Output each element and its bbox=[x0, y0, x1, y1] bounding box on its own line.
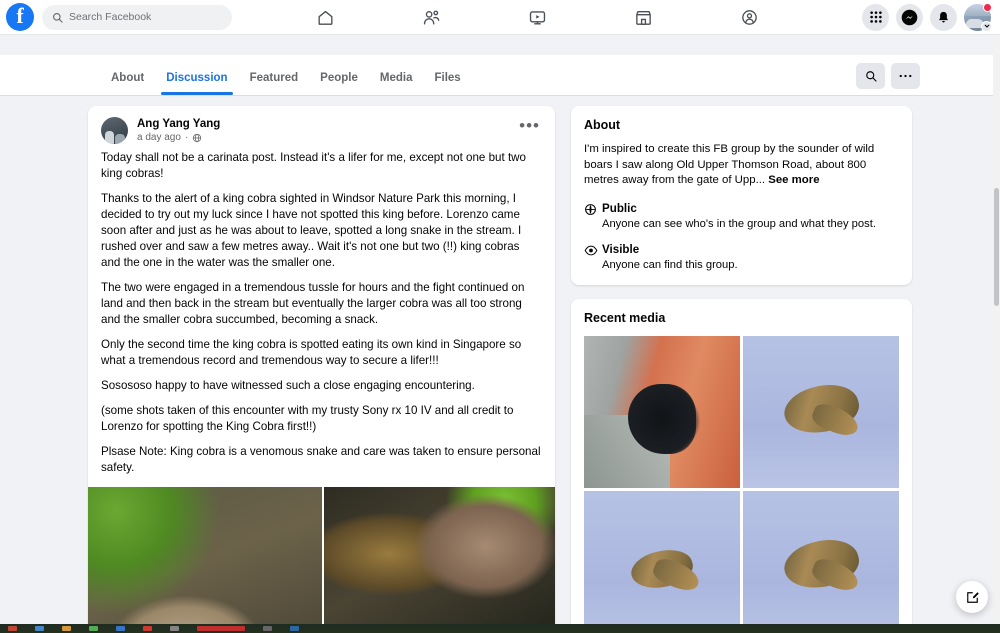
compose-button[interactable] bbox=[956, 581, 988, 613]
see-more-link[interactable]: See more bbox=[768, 174, 819, 186]
sidebar-column: About I'm inspired to create this FB gro… bbox=[571, 106, 912, 633]
about-visibility-detail: Anyone can find this group. bbox=[602, 258, 738, 271]
tab-media[interactable]: Media bbox=[369, 72, 424, 95]
account-avatar-button[interactable] bbox=[964, 2, 992, 32]
page-scrollbar[interactable] bbox=[993, 35, 1000, 624]
globe-icon bbox=[192, 133, 202, 143]
tab-people[interactable]: People bbox=[309, 72, 369, 95]
tab-files[interactable]: Files bbox=[423, 72, 471, 95]
about-description: I'm inspired to create this FB group by … bbox=[584, 143, 875, 186]
eye-icon bbox=[584, 243, 602, 271]
page-content: Ang Yang Yang a day ago · ••• Today shal… bbox=[0, 96, 1000, 633]
media-thumb-2[interactable] bbox=[743, 335, 899, 488]
post-paragraph: Only the second time the king cobra is s… bbox=[101, 338, 522, 367]
timestamp-separator: · bbox=[184, 132, 189, 143]
notifications-button[interactable] bbox=[930, 3, 957, 31]
post-paragraph: Plsase Note: King cobra is a venomous sn… bbox=[101, 445, 541, 474]
post-timestamp[interactable]: a day ago bbox=[137, 132, 181, 143]
grid-menu-button[interactable] bbox=[862, 3, 889, 31]
about-privacy-detail: Anyone can see who's in the group and wh… bbox=[602, 217, 876, 230]
compose-pencil-icon bbox=[965, 590, 980, 605]
nav-watch[interactable] bbox=[515, 2, 559, 32]
nav-home[interactable] bbox=[303, 2, 347, 32]
group-more-button[interactable] bbox=[891, 63, 920, 89]
account-nav bbox=[862, 2, 992, 32]
friends-icon bbox=[422, 8, 441, 27]
about-privacy-heading: Public bbox=[602, 201, 637, 215]
group-search-button[interactable] bbox=[856, 63, 885, 89]
post-timestamp-row: a day ago · bbox=[137, 132, 517, 143]
messenger-button[interactable] bbox=[896, 3, 923, 31]
about-card: About I'm inspired to create this FB gro… bbox=[571, 106, 912, 285]
recent-media-title: Recent media bbox=[584, 310, 666, 325]
recent-media-card: Recent media bbox=[571, 298, 912, 633]
nav-gaming[interactable] bbox=[727, 2, 771, 32]
globe-icon bbox=[584, 202, 602, 230]
about-privacy-row: Public Anyone can see who's in the group… bbox=[584, 202, 899, 230]
post-paragraph: Sosososo happy to have witnessed such a … bbox=[101, 379, 475, 392]
post-author-name[interactable]: Ang Yang Yang bbox=[137, 118, 517, 130]
post-paragraph: Thanks to the alert of a king cobra sigh… bbox=[101, 192, 522, 269]
about-description-wrap: I'm inspired to create this FB group by … bbox=[584, 142, 899, 189]
about-visibility-row: Visible Anyone can find this group. bbox=[584, 243, 899, 271]
search-placeholder: Search Facebook bbox=[69, 11, 152, 23]
group-tab-bar: About Discussion Featured People Media F… bbox=[0, 55, 1000, 96]
scrollbar-thumb[interactable] bbox=[994, 188, 999, 306]
main-feed-column: Ang Yang Yang a day ago · ••• Today shal… bbox=[88, 106, 555, 633]
post-options-button[interactable]: ••• bbox=[517, 117, 542, 135]
about-visibility-heading: Visible bbox=[602, 242, 640, 256]
post-paragraph: Today shall not be a carinata post. Inst… bbox=[101, 151, 526, 180]
post-text-body: Today shall not be a carinata post. Inst… bbox=[88, 144, 555, 487]
post-author-avatar[interactable] bbox=[101, 117, 128, 144]
king-cobra-photo-top-right[interactable] bbox=[324, 487, 555, 633]
search-input[interactable]: Search Facebook bbox=[42, 4, 232, 30]
facebook-group-page: f Search Facebook About Discussion Featu… bbox=[0, 0, 1000, 633]
tab-discussion[interactable]: Discussion bbox=[155, 72, 238, 95]
messenger-icon bbox=[901, 9, 918, 26]
post-photo-collage bbox=[88, 487, 555, 633]
facebook-logo-icon[interactable]: f bbox=[6, 3, 34, 31]
tab-about[interactable]: About bbox=[100, 72, 155, 95]
search-icon bbox=[52, 12, 63, 23]
search-icon bbox=[865, 70, 877, 82]
nav-marketplace[interactable] bbox=[621, 2, 665, 32]
video-play-icon bbox=[528, 8, 547, 27]
media-thumb-3[interactable] bbox=[584, 490, 740, 633]
post-card: Ang Yang Yang a day ago · ••• Today shal… bbox=[88, 106, 555, 633]
desktop-taskbar bbox=[0, 624, 1000, 633]
top-navigation-bar: f Search Facebook bbox=[0, 0, 1000, 35]
marketplace-store-icon bbox=[634, 8, 653, 27]
home-icon bbox=[316, 8, 335, 27]
post-paragraph: The two were engaged in a tremendous tus… bbox=[101, 281, 525, 326]
nav-friends[interactable] bbox=[409, 2, 453, 32]
media-thumb-4[interactable] bbox=[743, 490, 899, 633]
bell-icon bbox=[936, 10, 951, 25]
primary-nav bbox=[232, 0, 862, 34]
notification-badge bbox=[983, 2, 992, 12]
chevron-down-icon bbox=[981, 20, 992, 32]
king-cobra-photo-large[interactable] bbox=[88, 487, 323, 633]
recent-media-grid bbox=[584, 335, 899, 633]
post-paragraph: (some shots taken of this encounter with… bbox=[101, 404, 514, 433]
gaming-profile-icon bbox=[740, 8, 759, 27]
tab-bar-actions bbox=[856, 63, 920, 89]
grid-menu-icon bbox=[869, 10, 883, 24]
about-title: About bbox=[584, 118, 621, 132]
tab-featured[interactable]: Featured bbox=[239, 72, 310, 95]
ellipsis-icon bbox=[899, 74, 912, 78]
post-header: Ang Yang Yang a day ago · ••• bbox=[88, 106, 555, 144]
post-author-meta: Ang Yang Yang a day ago · bbox=[137, 117, 517, 143]
media-thumb-1[interactable] bbox=[584, 335, 740, 488]
